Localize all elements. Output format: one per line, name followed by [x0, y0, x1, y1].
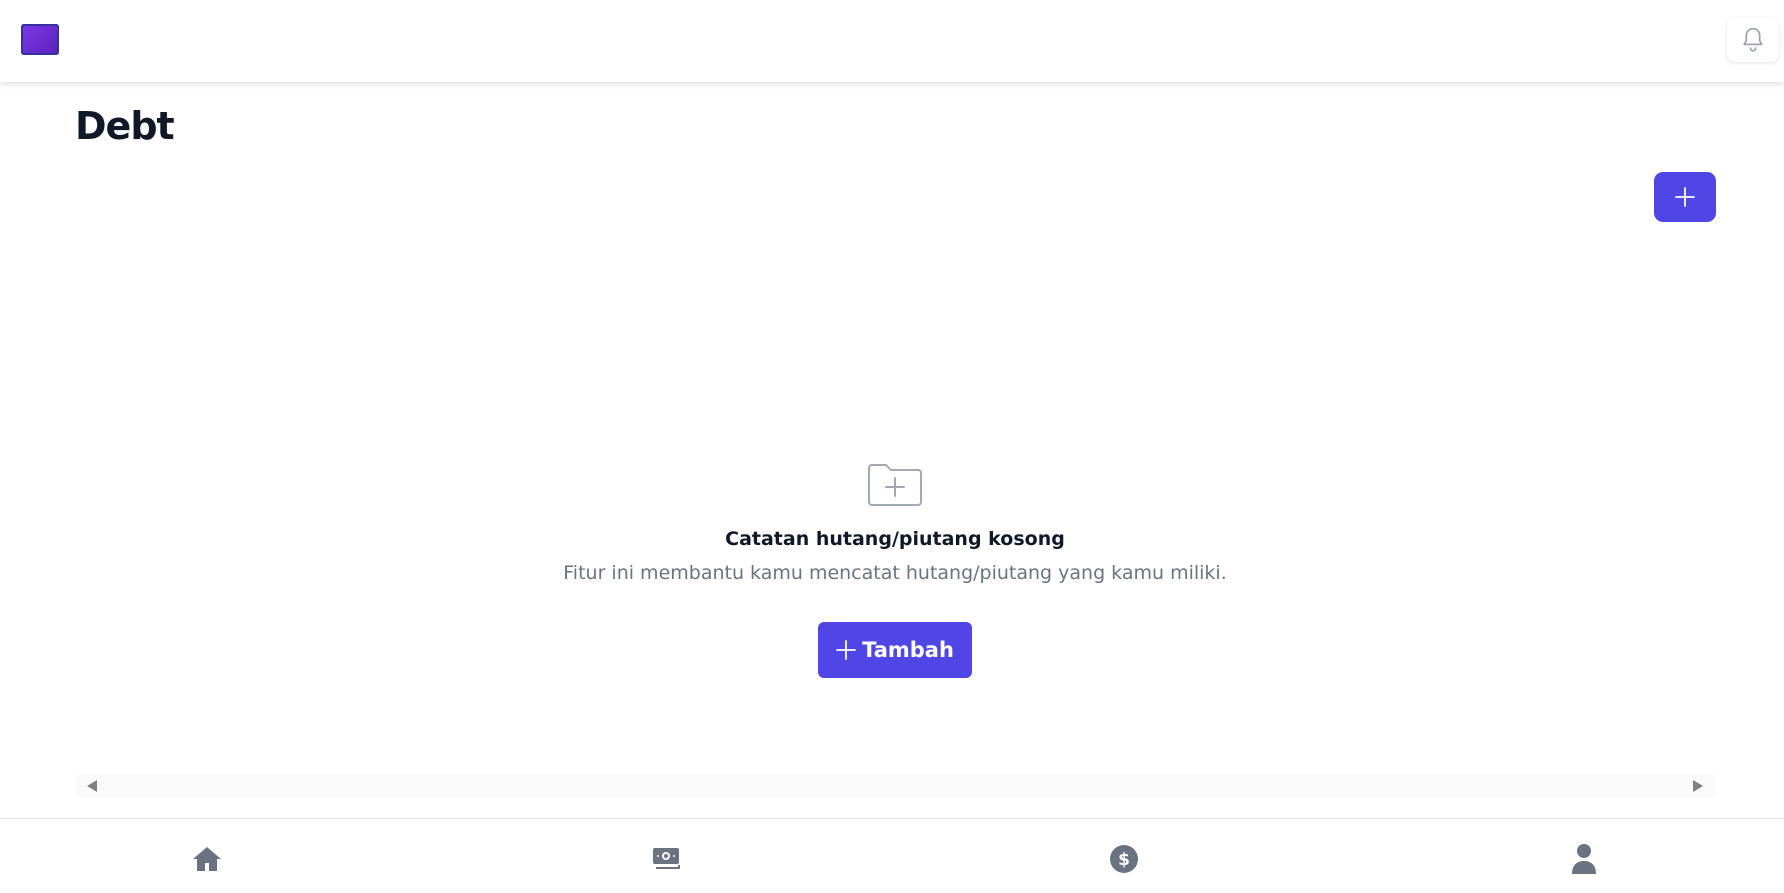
page-title: Debt	[75, 104, 175, 148]
plus-icon	[836, 640, 856, 660]
nav-debt[interactable]: $	[1104, 841, 1144, 877]
add-debt-button[interactable]	[1654, 172, 1716, 222]
notification-button[interactable]	[1727, 18, 1779, 62]
tambah-button-label: Tambah	[862, 638, 954, 662]
top-bar	[0, 0, 1784, 82]
nav-transactions[interactable]	[646, 841, 686, 877]
arrow-right-icon[interactable]	[1693, 780, 1703, 792]
empty-state-description: Fitur ini membantu kamu mencatat hutang/…	[563, 562, 1227, 584]
plus-icon	[1675, 187, 1695, 207]
nav-home[interactable]	[187, 841, 227, 877]
bell-icon	[1743, 27, 1763, 52]
horizontal-scrollbar[interactable]	[75, 775, 1715, 797]
home-icon	[193, 847, 221, 871]
app-logo[interactable]	[21, 24, 59, 55]
money-icon	[653, 848, 680, 869]
bottom-navigation: $	[0, 818, 1784, 893]
arrow-left-icon[interactable]	[87, 780, 97, 792]
user-icon	[1572, 844, 1596, 874]
dollar-circle-icon: $	[1110, 845, 1138, 873]
nav-profile[interactable]	[1564, 841, 1604, 877]
folder-plus-icon	[868, 464, 922, 506]
svg-text:$: $	[1118, 850, 1130, 870]
tambah-button[interactable]: Tambah	[818, 622, 972, 678]
empty-state: Catatan hutang/piutang kosong Fitur ini …	[0, 462, 1784, 584]
empty-state-title: Catatan hutang/piutang kosong	[725, 528, 1065, 550]
